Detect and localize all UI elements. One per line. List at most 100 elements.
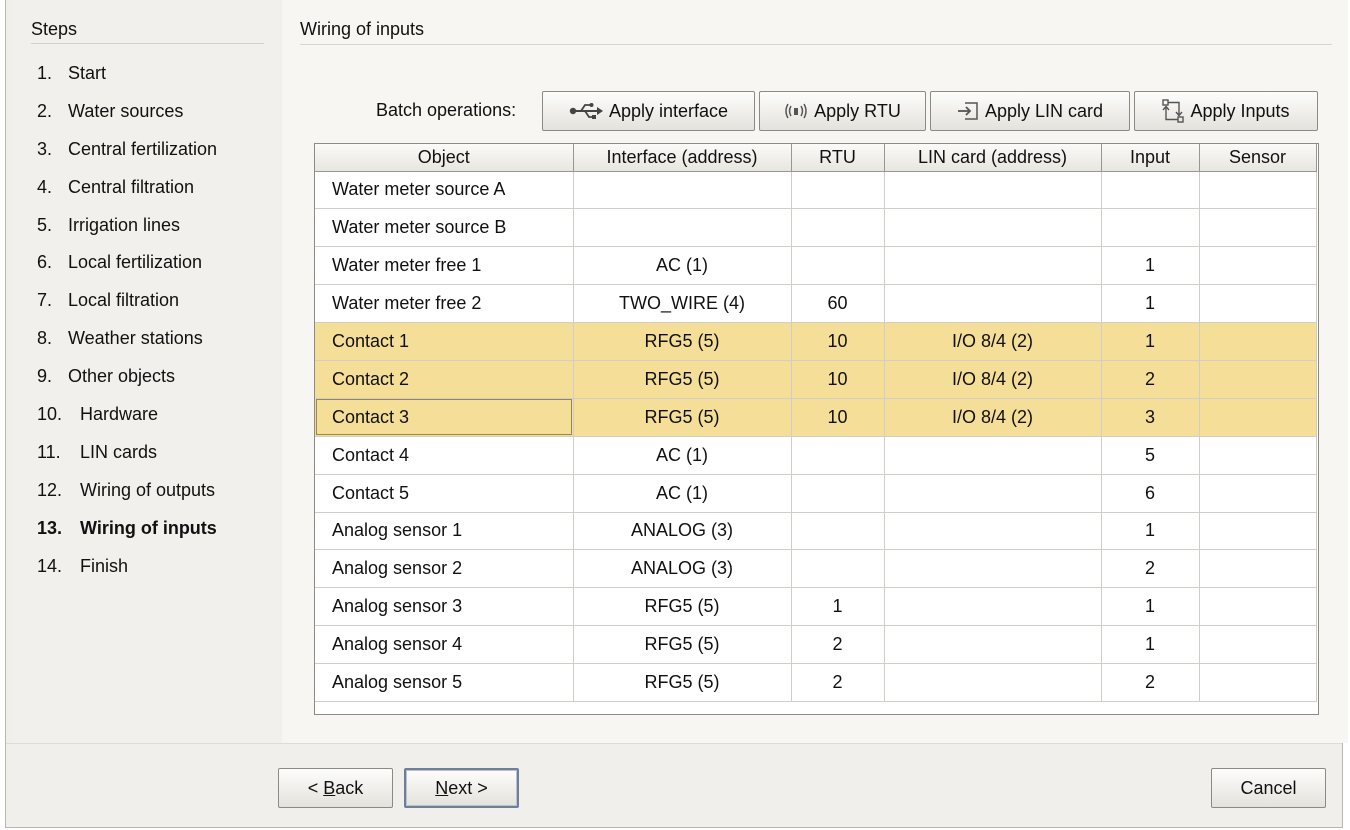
table-cell[interactable]: RFG5 (5) — [573, 398, 792, 437]
table-cell[interactable]: Water meter source A — [315, 171, 574, 210]
table-cell[interactable]: 10 — [791, 360, 885, 399]
column-header[interactable]: Interface (address) — [573, 144, 792, 172]
table-cell[interactable]: 10 — [791, 398, 885, 437]
table-cell[interactable]: I/O 8/4 (2) — [884, 398, 1102, 437]
table-cell[interactable]: 1 — [1101, 284, 1200, 324]
table-cell[interactable]: Analog sensor 5 — [315, 663, 574, 702]
apply-rtu-button[interactable]: Apply RTU — [759, 91, 926, 131]
table-cell[interactable] — [1199, 436, 1317, 475]
table-cell[interactable]: I/O 8/4 (2) — [884, 360, 1102, 399]
column-header[interactable]: Input — [1101, 144, 1200, 172]
column-header[interactable]: Object — [315, 144, 574, 172]
table-cell[interactable]: TWO_WIRE (4) — [573, 284, 792, 324]
table-cell[interactable]: Analog sensor 4 — [315, 625, 574, 665]
table-cell[interactable] — [1199, 625, 1317, 665]
table-cell[interactable]: RFG5 (5) — [573, 625, 792, 665]
table-row[interactable]: Water meter free 1 AC (1) 1 — [315, 246, 1317, 286]
table-row[interactable]: Analog sensor 4 RFG5 (5) 2 1 — [315, 625, 1317, 665]
table-cell[interactable]: ANALOG (3) — [573, 512, 792, 551]
table-cell[interactable]: Contact 2 — [315, 360, 574, 399]
table-cell[interactable]: Analog sensor 2 — [315, 549, 574, 589]
table-cell[interactable]: 2 — [1101, 549, 1200, 589]
table-cell[interactable]: RFG5 (5) — [573, 663, 792, 702]
table-cell[interactable]: AC (1) — [573, 246, 792, 286]
table-cell[interactable]: 5 — [1101, 436, 1200, 475]
table-cell[interactable] — [884, 284, 1102, 324]
table-cell[interactable]: RFG5 (5) — [573, 360, 792, 399]
table-cell[interactable] — [884, 549, 1102, 589]
table-cell[interactable]: Contact 1 — [315, 322, 574, 361]
table-cell[interactable]: RFG5 (5) — [573, 322, 792, 361]
table-cell[interactable] — [1199, 246, 1317, 286]
table-cell[interactable]: 2 — [1101, 663, 1200, 702]
table-cell[interactable] — [884, 512, 1102, 551]
table-cell[interactable] — [1199, 284, 1317, 324]
apply-inputs-button[interactable]: Apply Inputs — [1134, 91, 1318, 131]
apply-interface-button[interactable]: Apply interface — [542, 91, 755, 131]
table-row[interactable]: Contact 5 AC (1) 6 — [315, 474, 1317, 513]
table-cell[interactable] — [791, 436, 885, 475]
table-cell[interactable]: 1 — [1101, 512, 1200, 551]
table-cell[interactable] — [884, 663, 1102, 702]
table-cell[interactable]: Contact 5 — [315, 474, 574, 513]
table-cell[interactable] — [884, 587, 1102, 627]
table-cell[interactable] — [1101, 171, 1200, 210]
table-cell[interactable] — [1199, 360, 1317, 399]
table-cell[interactable]: 3 — [1101, 398, 1200, 437]
table-cell[interactable]: Water meter free 2 — [315, 284, 574, 324]
table-cell[interactable]: 2 — [791, 663, 885, 702]
table-cell[interactable]: 6 — [1101, 474, 1200, 513]
table-cell[interactable] — [573, 171, 792, 210]
next-button[interactable]: Next > — [404, 768, 519, 808]
table-row[interactable]: Water meter source A — [315, 171, 1317, 210]
table-cell[interactable] — [1199, 549, 1317, 589]
table-row[interactable]: Water meter free 2 TWO_WIRE (4) 60 1 — [315, 284, 1317, 324]
table-cell[interactable] — [573, 208, 792, 248]
table-row[interactable]: Analog sensor 5 RFG5 (5) 2 2 — [315, 663, 1317, 702]
table-cell[interactable]: Analog sensor 3 — [315, 587, 574, 627]
table-cell[interactable] — [884, 436, 1102, 475]
table-cell[interactable]: 2 — [791, 625, 885, 665]
table-cell[interactable] — [884, 171, 1102, 210]
table-row[interactable]: Contact 4 AC (1) 5 — [315, 436, 1317, 475]
table-cell[interactable]: 60 — [791, 284, 885, 324]
table-cell[interactable] — [791, 549, 885, 589]
table-cell[interactable] — [1199, 322, 1317, 361]
table-cell[interactable] — [1199, 208, 1317, 248]
table-row[interactable]: Contact 3 RFG5 (5) 10 I/O 8/4 (2) 3 — [315, 398, 1317, 437]
cancel-button[interactable]: Cancel — [1211, 768, 1326, 808]
table-cell[interactable] — [1199, 587, 1317, 627]
table-cell[interactable] — [791, 246, 885, 286]
table-cell[interactable]: AC (1) — [573, 474, 792, 513]
table-row[interactable]: Contact 1 RFG5 (5) 10 I/O 8/4 (2) 1 — [315, 322, 1317, 361]
table-cell[interactable]: 2 — [1101, 360, 1200, 399]
apply-lin-card-button[interactable]: Apply LIN card — [930, 91, 1130, 131]
table-cell[interactable] — [1199, 663, 1317, 702]
table-cell[interactable]: 1 — [1101, 625, 1200, 665]
column-header[interactable]: Sensor — [1199, 144, 1317, 172]
table-cell[interactable] — [884, 208, 1102, 248]
table-cell[interactable] — [884, 474, 1102, 513]
table-cell[interactable]: Water meter free 1 — [315, 246, 574, 286]
table-row[interactable]: Analog sensor 3 RFG5 (5) 1 1 — [315, 587, 1317, 627]
table-cell[interactable]: AC (1) — [573, 436, 792, 475]
table-cell[interactable]: ANALOG (3) — [573, 549, 792, 589]
table-cell[interactable]: Contact 4 — [315, 436, 574, 475]
table-cell[interactable] — [791, 208, 885, 248]
table-cell[interactable]: 1 — [791, 587, 885, 627]
table-cell[interactable] — [1199, 512, 1317, 551]
table-cell[interactable]: I/O 8/4 (2) — [884, 322, 1102, 361]
table-cell[interactable] — [791, 512, 885, 551]
table-row[interactable]: Analog sensor 2 ANALOG (3) 2 — [315, 549, 1317, 589]
table-row[interactable]: Analog sensor 1 ANALOG (3) 1 — [315, 512, 1317, 551]
table-cell[interactable]: Water meter source B — [315, 208, 574, 248]
table-cell[interactable]: Contact 3 — [315, 398, 574, 437]
table-row[interactable]: Water meter source B — [315, 208, 1317, 248]
column-header[interactable]: LIN card (address) — [884, 144, 1102, 172]
table-cell[interactable] — [884, 246, 1102, 286]
table-cell[interactable]: 1 — [1101, 246, 1200, 286]
table-cell[interactable] — [1199, 398, 1317, 437]
table-cell[interactable] — [791, 171, 885, 210]
table-cell[interactable]: 1 — [1101, 587, 1200, 627]
table-cell[interactable] — [1199, 474, 1317, 513]
